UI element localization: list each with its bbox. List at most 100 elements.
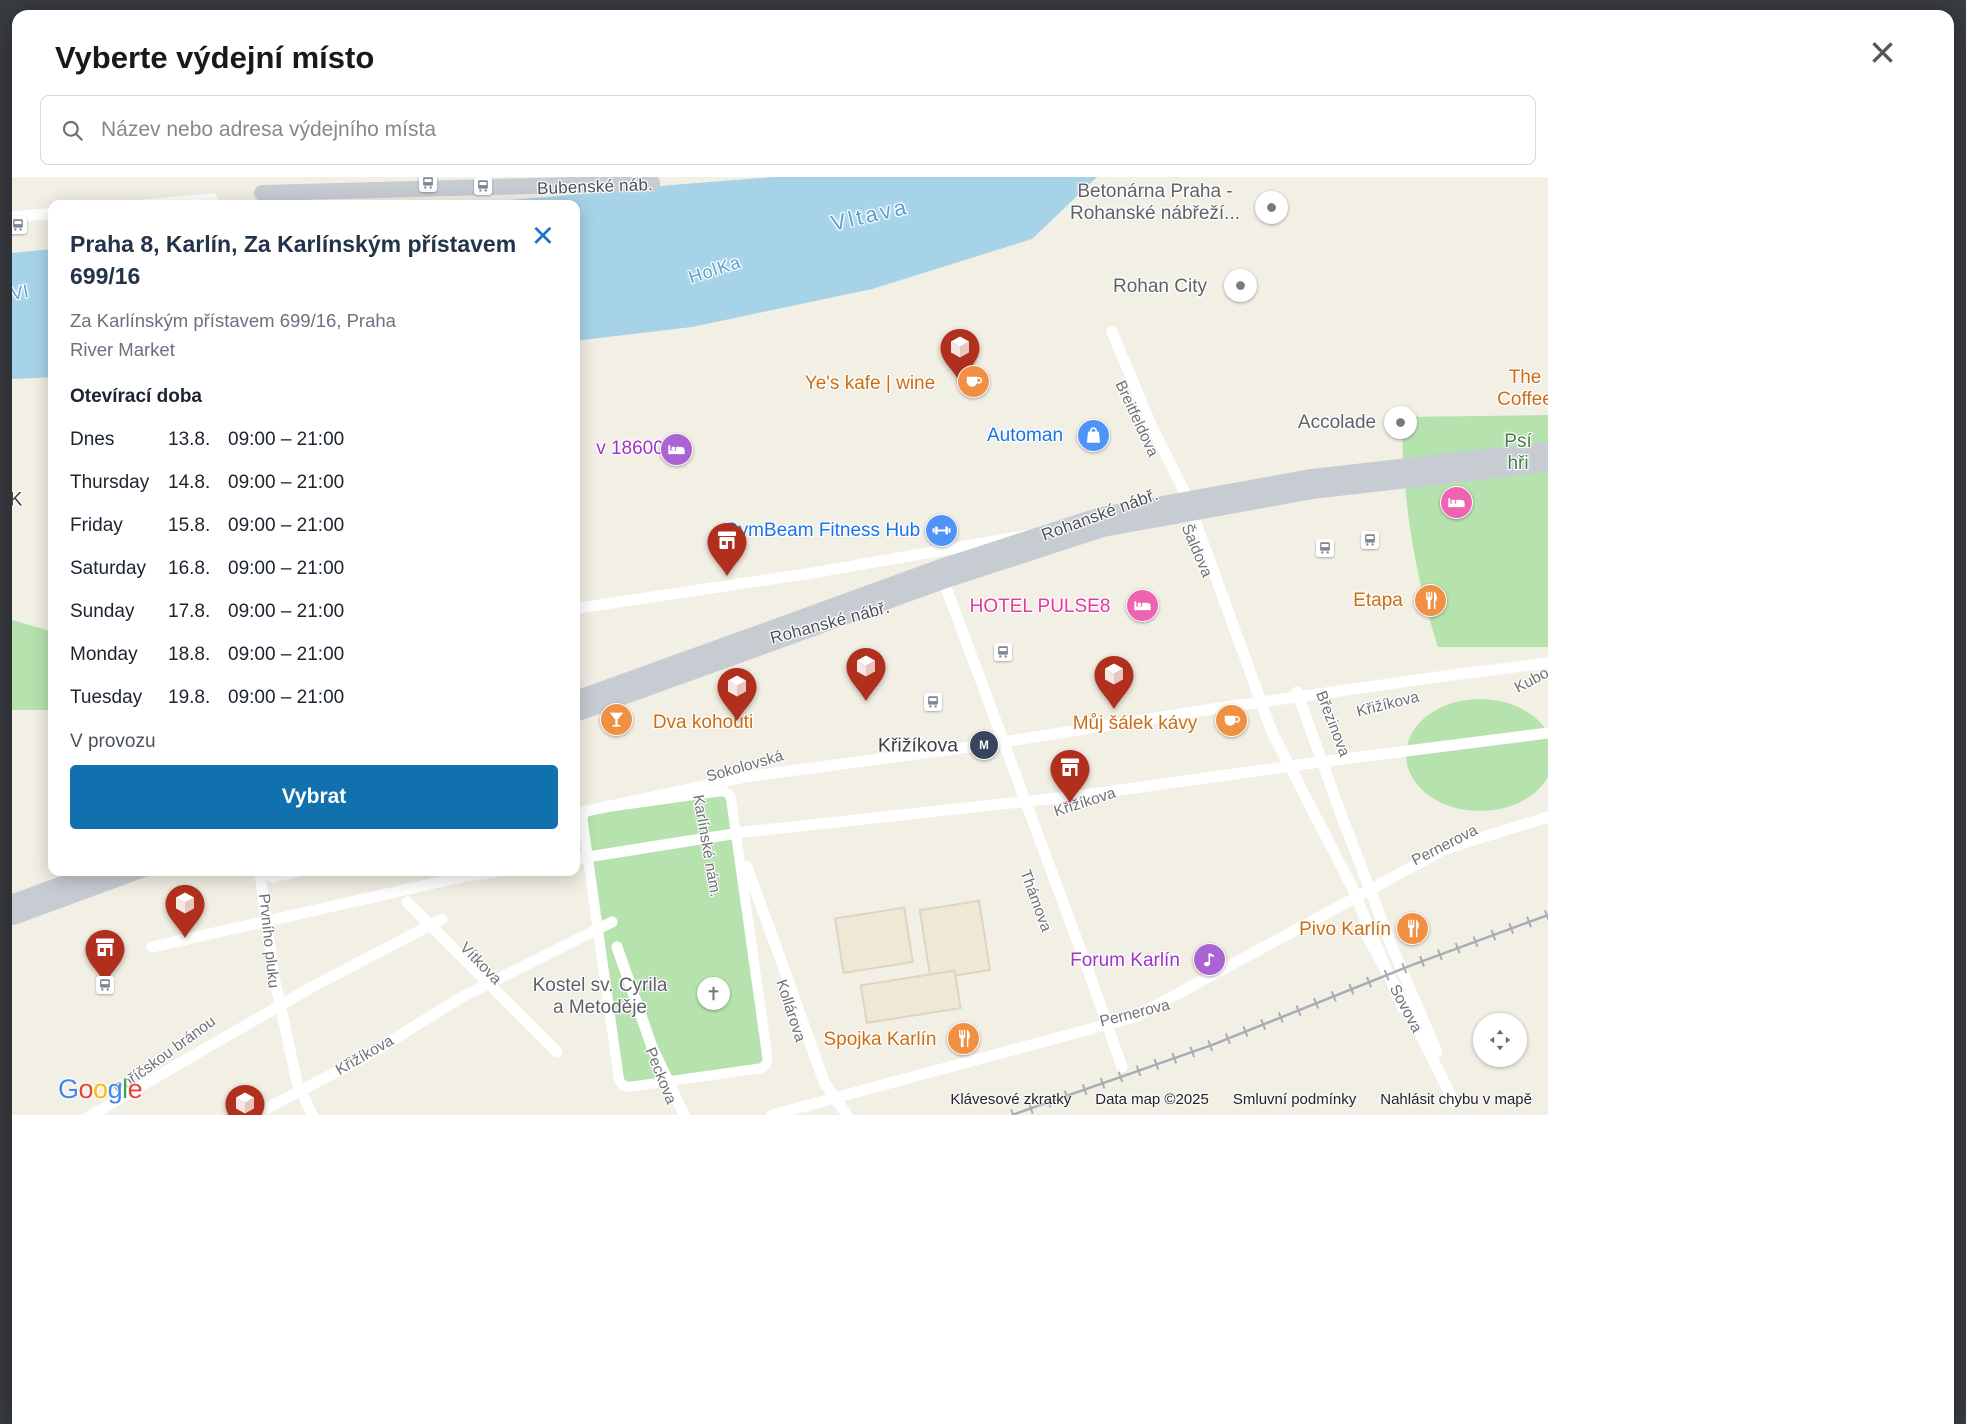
- transit-stop-icon[interactable]: [474, 177, 492, 195]
- opening-hours-row: Tuesday19.8.09:00 – 21:00: [70, 676, 558, 719]
- map-label: Křižíkova: [333, 1032, 397, 1079]
- map-label[interactable]: Ye's kafe | wine: [805, 373, 935, 395]
- pickup-point-pin-package[interactable]: [844, 646, 888, 704]
- map-label: Karlínské nám.: [688, 794, 724, 899]
- map-attribution: Klávesové zkratky Data map ©2025 Smluvní…: [950, 1091, 1532, 1108]
- map-label: Křižíkova: [1355, 689, 1421, 722]
- pan-control[interactable]: [1473, 1013, 1527, 1067]
- map-label[interactable]: GymBeam Fitness Hub: [724, 520, 920, 542]
- map-label: Rohanské nábř.: [768, 598, 892, 649]
- dot-poi-marker[interactable]: [1384, 406, 1417, 439]
- map-label[interactable]: Rohan City: [1113, 276, 1207, 298]
- map-label: Vl: [12, 281, 31, 305]
- fork-poi-marker[interactable]: [1414, 584, 1447, 617]
- map[interactable]: Bubenské náb. Vltava HolKa Vl Betonárna Prah…: [12, 177, 1548, 1115]
- select-pickup-button[interactable]: Vybrat: [70, 765, 558, 829]
- map-label: Bubenské náb.: [537, 177, 654, 199]
- search-input[interactable]: [40, 95, 1536, 165]
- cross-poi-marker[interactable]: [697, 977, 730, 1010]
- map-label: Pernerova: [1409, 822, 1481, 870]
- pickup-address: Za Karlínským přístavem 699/16, Praha Ri…: [70, 306, 558, 364]
- map-label[interactable]: Psí hři: [1503, 431, 1533, 475]
- map-label[interactable]: Křižíkova: [878, 735, 958, 758]
- cup-poi-marker[interactable]: [957, 365, 990, 398]
- bed-poi-marker[interactable]: [1440, 486, 1473, 519]
- opening-hours-table: Dnes13.8.09:00 – 21:00Thursday14.8.09:00…: [70, 418, 558, 719]
- map-label: Prvního pluku: [254, 893, 282, 989]
- map-label: Rohanské nábř.: [1039, 485, 1161, 546]
- transit-stop-icon[interactable]: [1361, 531, 1379, 549]
- fork-poi-marker[interactable]: [947, 1022, 980, 1055]
- opening-hours-row: Friday15.8.09:00 – 21:00: [70, 504, 558, 547]
- note-poi-marker[interactable]: [1193, 943, 1226, 976]
- map-label: Pernerova: [1098, 997, 1172, 1032]
- report-map-error-link[interactable]: Nahlásit chybu v mapě: [1380, 1091, 1532, 1108]
- map-label[interactable]: Můj šálek kávy: [1073, 713, 1198, 735]
- pickup-point-pin-package[interactable]: [163, 883, 207, 941]
- map-label: Thámova: [1016, 868, 1055, 935]
- bag-poi-marker[interactable]: [1077, 419, 1110, 452]
- transit-stop-icon[interactable]: [12, 216, 27, 234]
- status-text: V provozu: [70, 731, 558, 753]
- map-label: Sovova: [1385, 982, 1425, 1036]
- map-label[interactable]: HOTEL PULSE8: [970, 596, 1111, 618]
- map-label: Sokolovská: [704, 747, 785, 786]
- card-close-button[interactable]: ×: [526, 216, 560, 256]
- pickup-point-pin-package[interactable]: [223, 1083, 267, 1115]
- terms-link[interactable]: Smluvní podmínky: [1233, 1091, 1356, 1108]
- map-label: Šaldova: [1177, 522, 1215, 581]
- map-label[interactable]: Forum Karlín: [1070, 950, 1180, 972]
- map-label[interactable]: TK: [12, 489, 22, 512]
- search-box: [40, 95, 1536, 165]
- transit-stop-icon[interactable]: [1316, 539, 1334, 557]
- modal-close-button[interactable]: ×: [1863, 28, 1902, 76]
- map-label: Kollárova: [771, 977, 808, 1044]
- pickup-point-pin-package[interactable]: [715, 666, 759, 724]
- metro-poi-marker[interactable]: M: [969, 730, 999, 760]
- transit-stop-icon[interactable]: [994, 643, 1012, 661]
- address-line-1: Za Karlínským přístavem 699/16, Praha: [70, 310, 396, 331]
- address-line-2: River Market: [70, 339, 175, 360]
- dot-poi-marker[interactable]: [1255, 191, 1288, 224]
- map-label: Peckova: [641, 1045, 680, 1107]
- opening-hours-row: Monday18.8.09:00 – 21:00: [70, 633, 558, 676]
- bed-poi-marker[interactable]: [1126, 589, 1159, 622]
- dumbbell-poi-marker[interactable]: [925, 514, 958, 547]
- map-label[interactable]: Pivo Karlín: [1299, 919, 1391, 941]
- opening-hours-heading: Otevírací doba: [70, 386, 558, 408]
- map-label[interactable]: Accolade: [1298, 412, 1376, 434]
- pickup-point-name: Praha 8, Karlín, Za Karlínským přístavem…: [70, 228, 518, 292]
- map-label: Vítkova: [456, 939, 505, 989]
- google-logo[interactable]: Google: [58, 1074, 142, 1105]
- map-label: Březinova: [1311, 689, 1352, 760]
- map-label: Vltava: [829, 194, 912, 237]
- opening-hours-row: Saturday16.8.09:00 – 21:00: [70, 547, 558, 590]
- map-label[interactable]: Betonárna Praha - Rohanské nábřeží...: [1070, 181, 1240, 225]
- map-label[interactable]: v 18600: [596, 438, 664, 460]
- map-label[interactable]: Kostel sv. Cyrila a Metoděje: [533, 975, 668, 1019]
- map-label: HolKa: [686, 252, 744, 289]
- page-backdrop: Vyberte výdejní místo ×: [0, 0, 1966, 1424]
- pickup-point-pin-store[interactable]: [1048, 748, 1092, 806]
- map-label[interactable]: Automan: [987, 425, 1063, 447]
- cocktail-poi-marker[interactable]: [600, 703, 633, 736]
- transit-stop-icon[interactable]: [96, 976, 114, 994]
- pickup-point-pin-store[interactable]: [705, 521, 749, 579]
- svg-text:M: M: [979, 739, 989, 752]
- map-label[interactable]: Spojka Karlín: [823, 1029, 936, 1051]
- pickup-info-card: Praha 8, Karlín, Za Karlínským přístavem…: [48, 200, 580, 876]
- fork-poi-marker[interactable]: [1396, 912, 1429, 945]
- map-label: Breitfeldova: [1111, 378, 1162, 460]
- map-label[interactable]: Etapa: [1353, 590, 1403, 612]
- transit-stop-icon[interactable]: [924, 693, 942, 711]
- bed-poi-marker[interactable]: [660, 433, 693, 466]
- keyboard-shortcuts-link[interactable]: Klávesové zkratky: [950, 1091, 1071, 1108]
- pickup-point-pin-package[interactable]: [1092, 654, 1136, 712]
- dot-poi-marker[interactable]: [1224, 269, 1257, 302]
- map-label[interactable]: The Coffee: [1497, 367, 1548, 411]
- opening-hours-row: Dnes13.8.09:00 – 21:00: [70, 418, 558, 461]
- transit-stop-icon[interactable]: [419, 177, 437, 192]
- opening-hours-row: Thursday14.8.09:00 – 21:00: [70, 461, 558, 504]
- modal-title: Vyberte výdejní místo: [55, 40, 374, 76]
- cup-poi-marker[interactable]: [1215, 704, 1248, 737]
